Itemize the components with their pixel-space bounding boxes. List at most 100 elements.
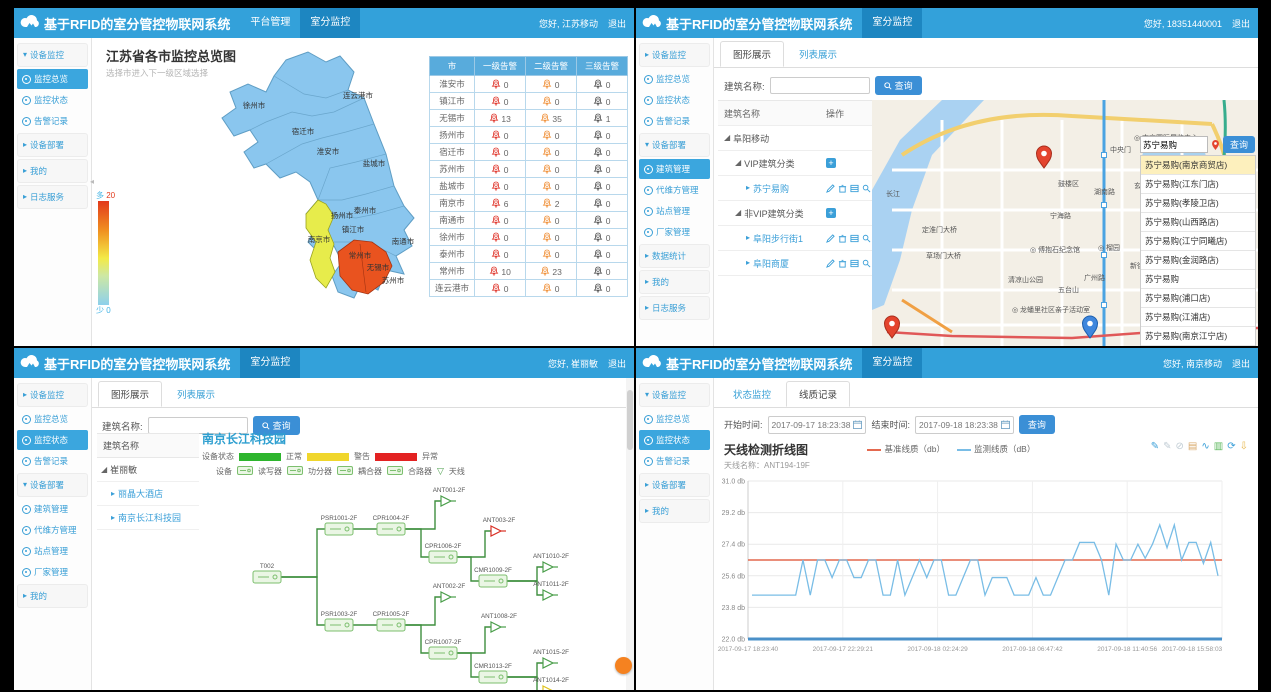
table-row[interactable]: 常州市 10 23 0 — [429, 263, 627, 280]
sidebar-group-9[interactable]: ▸我的 — [17, 584, 88, 608]
scrollbar-vertical[interactable] — [626, 378, 634, 690]
table-row[interactable]: 盐城市 0 0 0 — [429, 178, 627, 195]
search-icon[interactable] — [862, 259, 871, 268]
sidebar-item-3[interactable]: 告警记录 — [17, 451, 88, 471]
sidebar-item-1[interactable]: 监控总览 — [639, 69, 710, 89]
legend-item[interactable]: 监测线质（dB） — [957, 443, 1035, 455]
device-node[interactable] — [429, 551, 457, 563]
sidebar-group-11[interactable]: ▸日志服务 — [639, 296, 710, 320]
bar-chart-icon[interactable]: ▥ — [1214, 441, 1223, 452]
store-list-item[interactable]: 苏宁易购(南京商贸店) — [1141, 156, 1255, 175]
nav-tab-0[interactable]: 平台管理 — [240, 8, 300, 38]
edit-icon[interactable] — [826, 184, 835, 193]
add-icon[interactable]: + — [826, 158, 836, 168]
sidebar-item-1[interactable]: 监控总览 — [639, 409, 710, 429]
tab-0[interactable]: 图形展示 — [720, 41, 784, 67]
tab-0[interactable]: 图形展示 — [98, 381, 162, 407]
tab-1[interactable]: 列表展示 — [786, 41, 850, 67]
list-icon[interactable] — [850, 184, 859, 193]
sidebar-item-3[interactable]: 告警记录 — [639, 451, 710, 471]
sidebar-item-1[interactable]: 监控总览 — [17, 69, 88, 89]
device-node[interactable] — [325, 619, 353, 631]
antenna-node[interactable] — [441, 496, 456, 506]
device-node[interactable] — [253, 571, 281, 583]
device-node[interactable] — [377, 619, 405, 631]
data-view-icon[interactable]: ▤ — [1188, 441, 1197, 452]
delete-icon[interactable] — [838, 234, 847, 243]
sidebar-group-9[interactable]: ▸数据统计 — [639, 244, 710, 268]
sidebar-item-3[interactable]: 告警记录 — [17, 111, 88, 131]
sidebar-item-6[interactable]: 代维方管理 — [639, 180, 710, 200]
floating-action-button[interactable] — [615, 657, 632, 674]
sidebar-group-4[interactable]: ▾设备部署 — [17, 473, 88, 497]
store-list-item[interactable]: 苏宁易购(江东门店) — [1141, 175, 1255, 194]
tab-1[interactable]: 列表展示 — [164, 381, 228, 407]
tree-root-row[interactable]: ◢崔丽敏 — [97, 458, 199, 482]
antenna-node[interactable] — [491, 622, 506, 632]
sidebar-group-6[interactable]: ▸日志服务 — [17, 185, 88, 209]
table-row[interactable]: 徐州市 0 0 0 — [429, 229, 627, 246]
tree-child-row[interactable]: ▸丽晶大酒店 — [97, 482, 199, 506]
end-time-input[interactable]: 2017-09-18 18:23:38 — [915, 416, 1014, 434]
search-icon[interactable] — [862, 234, 871, 243]
start-time-input[interactable]: 2017-09-17 18:23:38 — [768, 416, 867, 434]
tree-node-label[interactable]: 阜阳商厦 — [753, 257, 789, 270]
mark-point-icon[interactable]: ✎ — [1151, 441, 1159, 452]
table-row[interactable]: 南京市 6 2 0 — [429, 195, 627, 212]
sidebar-item-5[interactable]: 建筑管理 — [17, 499, 88, 519]
list-icon[interactable] — [850, 234, 859, 243]
map-search-button[interactable]: 查询 — [1223, 136, 1255, 153]
map-search-input[interactable] — [1140, 136, 1208, 153]
refresh-icon[interactable]: ⟳ — [1227, 441, 1235, 452]
chevron-down-icon[interactable]: ◢ — [735, 159, 741, 167]
nav-tab-0[interactable]: 室分监控 — [862, 8, 922, 38]
tab-0[interactable]: 状态监控 — [720, 381, 784, 407]
chevron-right-icon[interactable]: ▸ — [746, 184, 750, 192]
sidebar-group-4[interactable]: ▸设备部署 — [17, 133, 88, 157]
antenna-node[interactable] — [543, 658, 558, 668]
city-map[interactable]: 长江◎ 南京国际展览中心玄武湖公园中央门鼓楼区湖南路玄武门宁海路南京市◎ 傅抱石… — [872, 100, 1258, 346]
store-list-item[interactable]: 苏宁易购(江宁同曦店) — [1141, 232, 1255, 251]
tree-row[interactable]: ◢非VIP建筑分类+ — [718, 201, 872, 226]
download-icon[interactable]: ⇩ — [1240, 441, 1248, 452]
line-chart-icon[interactable]: ∿ — [1201, 441, 1209, 452]
tree-row[interactable]: ▸阜阳步行街1 — [718, 226, 872, 251]
datazoom-bar[interactable] — [748, 638, 1222, 641]
jiangsu-map[interactable]: 连云港市徐州市宿迁市淮安市盐城市扬州市泰州市镇江市南京市常州市无锡市南通市苏州市 — [208, 46, 446, 321]
device-node[interactable] — [479, 575, 507, 587]
table-row[interactable]: 镇江市 0 0 0 — [429, 93, 627, 110]
store-list-item[interactable]: 苏宁易购(金润路店) — [1141, 251, 1255, 270]
tree-row[interactable]: ◢阜阳移动 — [718, 126, 872, 151]
store-list-item[interactable]: 苏宁易购(浦口店) — [1141, 289, 1255, 308]
sidebar-item-6[interactable]: 代维方管理 — [17, 520, 88, 540]
table-row[interactable]: 苏州市 0 0 0 — [429, 161, 627, 178]
antenna-node[interactable] — [491, 526, 506, 536]
sidebar-group-0[interactable]: ▾设备监控 — [639, 383, 710, 407]
sidebar-item-8[interactable]: 厂家管理 — [17, 562, 88, 582]
tree-node-label[interactable]: 苏宁易购 — [753, 182, 789, 195]
sidebar-item-7[interactable]: 站点管理 — [17, 541, 88, 561]
sidebar-item-2[interactable]: 监控状态 — [17, 90, 88, 110]
delete-icon[interactable] — [838, 259, 847, 268]
sidebar-item-7[interactable]: 站点管理 — [639, 201, 710, 221]
tree-row[interactable]: ◢VIP建筑分类+ — [718, 151, 872, 176]
logout-link[interactable]: 退出 — [1232, 17, 1250, 30]
device-node[interactable] — [325, 523, 353, 535]
sidebar-group-0[interactable]: ▸设备监控 — [17, 383, 88, 407]
antenna-node[interactable] — [441, 592, 456, 602]
tree-child-row[interactable]: ▸南京长江科技园 — [97, 506, 199, 530]
building-name-input[interactable] — [770, 77, 870, 94]
sidebar-group-0[interactable]: ▾设备监控 — [17, 43, 88, 67]
sidebar-group-10[interactable]: ▸我的 — [639, 270, 710, 294]
sidebar-item-3[interactable]: 告警记录 — [639, 111, 710, 131]
device-node[interactable] — [429, 647, 457, 659]
clear-icon[interactable]: ⊘ — [1176, 441, 1184, 452]
sidebar-item-2[interactable]: 监控状态 — [639, 90, 710, 110]
table-row[interactable]: 淮安市 0 0 0 — [429, 76, 627, 93]
chevron-down-icon[interactable]: ◢ — [724, 134, 730, 142]
search-button[interactable]: 查询 — [875, 76, 922, 95]
tree-row[interactable]: ▸苏宁易购 — [718, 176, 872, 201]
sidebar-group-4[interactable]: ▸设备部署 — [639, 473, 710, 497]
topology-diagram[interactable]: T002PSR1001-2FPSR1003-2FCPR1004-2FCPR100… — [202, 477, 624, 690]
store-list-item[interactable]: 苏宁易购(孝陵卫店) — [1141, 194, 1255, 213]
